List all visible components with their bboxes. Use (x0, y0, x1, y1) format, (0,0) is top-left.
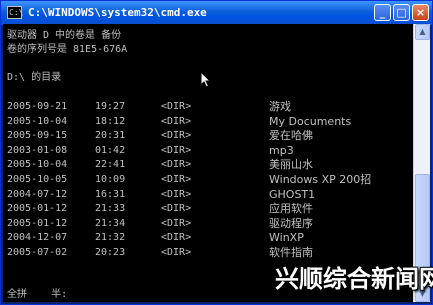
entry-type: <DIR> (161, 247, 192, 258)
entry-time: 21:33 (95, 203, 126, 215)
entry-time: 20:31 (95, 130, 126, 142)
ime-status-line: 全拼 半: (7, 289, 68, 300)
entry-type: <DIR> (161, 115, 192, 127)
mouse-pointer-icon (200, 71, 212, 88)
entry-type: <DIR> (161, 203, 192, 215)
title-bar[interactable]: C:\ C:\WINDOWS\system32\cmd.exe _ □ × (1, 1, 432, 25)
entry-time: 22:41 (95, 159, 126, 171)
entry-type: <DIR> (161, 101, 192, 112)
directory-entry: 2005-01-12 21:34 <DIR> 驱动程序 (3, 217, 413, 231)
directory-entry: 2005-09-15 20:31 <DIR> 爱在哈佛 (3, 129, 413, 143)
entry-type: <DIR> (161, 159, 192, 171)
cmd-app-icon-glyph: C:\ (9, 8, 24, 17)
serial-number-line: 卷的序列号是 81E5-676A (7, 44, 128, 55)
entry-date: 2004-07-12 (7, 188, 68, 200)
entry-time: 18:12 (95, 115, 126, 127)
entry-type: <DIR> (161, 217, 192, 229)
entry-type: <DIR> (161, 188, 192, 200)
entry-time: 21:34 (95, 217, 126, 229)
entry-type: <DIR> (161, 232, 192, 244)
window-title: C:\WINDOWS\system32\cmd.exe (28, 6, 207, 19)
entry-time: 10:09 (95, 174, 126, 185)
entry-date: 2005-10-05 (7, 174, 68, 185)
entry-type: <DIR> (161, 144, 192, 156)
entry-name: My Documents (269, 114, 352, 128)
entry-date: 2003-01-08 (7, 144, 68, 156)
entry-type: <DIR> (161, 130, 192, 142)
entry-name: 游戏 (269, 100, 291, 113)
entry-date: 2005-07-02 (7, 247, 68, 258)
entry-name: 驱动程序 (269, 216, 313, 230)
directory-entry: 2004-12-07 21:32 <DIR> WinXP (3, 231, 413, 245)
entry-date: 2005-10-04 (7, 159, 68, 171)
directory-entry: 2005-10-04 22:41 <DIR> 美丽山水 (3, 158, 413, 172)
entry-time: 16:31 (95, 188, 126, 200)
console-output[interactable]: 驱动器 D 中的卷是 备份 卷的序列号是 81E5-676A D:\ 的目录 2… (3, 24, 413, 302)
directory-entry: 2005-10-05 10:09 <DIR> Windows XP 200招 (3, 173, 413, 187)
directory-entry: 2005-07-02 20:23 <DIR> 软件指南 (3, 246, 413, 260)
cmd-app-icon[interactable]: C:\ (7, 6, 24, 19)
volume-label-line: 驱动器 D 中的卷是 备份 (7, 30, 122, 41)
entry-date: 2005-09-21 (7, 101, 68, 112)
directory-entry: 2005-01-12 21:33 <DIR> 应用软件 (3, 202, 413, 216)
entry-date: 2004-12-07 (7, 232, 68, 244)
directory-entry: 2005-09-21 19:27 <DIR> 游戏 (3, 100, 413, 114)
entry-name: 美丽山水 (269, 158, 313, 172)
directory-entry: 2005-10-04 18:12 <DIR> My Documents (3, 115, 413, 129)
scroll-up-arrow-icon[interactable]: ▲ (415, 24, 430, 40)
entry-time: 01:42 (95, 144, 126, 156)
entry-name: 应用软件 (269, 202, 313, 216)
entry-name: mp3 (269, 143, 294, 157)
vertical-scrollbar[interactable]: ▲ ▼ (413, 24, 430, 302)
directory-entry: 2003-01-08 01:42 <DIR> mp3 (3, 144, 413, 158)
entry-time: 21:32 (95, 232, 126, 244)
entry-name: 爱在哈佛 (269, 129, 313, 143)
entry-time: 19:27 (95, 101, 126, 112)
minimize-button[interactable]: _ (374, 4, 391, 21)
entry-date: 2005-09-15 (7, 130, 68, 142)
close-button[interactable]: × (412, 4, 429, 21)
entry-name: 软件指南 (269, 246, 313, 259)
entry-date: 2005-01-12 (7, 203, 68, 215)
directory-entry: 2004-07-12 16:31 <DIR> GHOST1 (3, 188, 413, 202)
maximize-button[interactable]: □ (393, 4, 410, 21)
entry-date: 2005-10-04 (7, 115, 68, 127)
entry-date: 2005-01-12 (7, 217, 68, 229)
entry-name: WinXP (269, 231, 304, 245)
entry-time: 20:23 (95, 247, 126, 258)
entry-type: <DIR> (161, 174, 192, 185)
directory-heading: D:\ 的目录 (7, 72, 62, 83)
entry-name: GHOST1 (269, 187, 316, 201)
scroll-thumb[interactable] (415, 174, 430, 274)
site-watermark: 兴顺综合新闻网 (275, 265, 433, 293)
entry-name: Windows XP 200招 (269, 173, 372, 186)
